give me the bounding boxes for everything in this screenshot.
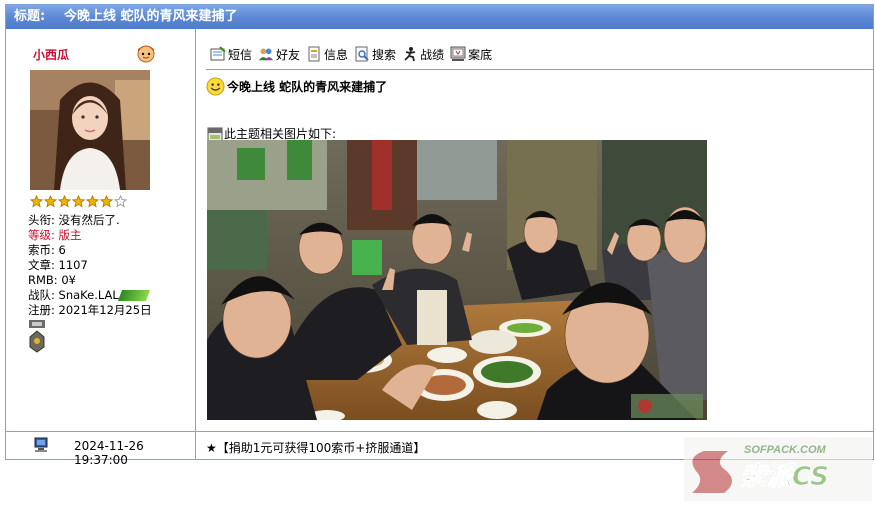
post-heading-text: 今晚上线 蛇队的青风来建捕了 (227, 80, 388, 94)
user-team-row: 战队: SnaKe.LAL (28, 288, 152, 303)
message-icon (210, 46, 226, 61)
toolbar-friends-label: 好友 (276, 47, 301, 62)
stats-icon (404, 47, 416, 62)
post-datetime: 2024-11-26 19:37:00 (74, 439, 144, 467)
user-posts: 文章: 1107 (28, 258, 88, 272)
post-meta: 2024-11-26 19:37:00 (6, 432, 196, 467)
post-photo[interactable] (207, 140, 707, 420)
toolbar-record-label: 案底 (468, 47, 493, 62)
toolbar-message-button[interactable]: 短信 (210, 46, 252, 63)
star-filled-icon (100, 195, 113, 208)
star-filled-icon (72, 195, 85, 208)
user-title: 头衔: 没有然后了. (28, 213, 120, 227)
svg-text:SOFPACK.COM: SOFPACK.COM (744, 444, 827, 456)
toolbar-friends-button[interactable]: 好友 (258, 46, 300, 63)
svg-text:索派CS: 索派CS (740, 462, 829, 492)
star-filled-icon (44, 195, 57, 208)
computer-icon[interactable] (33, 437, 49, 453)
post-title: 今晚上线 蛇队的青风来建捕了 (64, 9, 238, 24)
post-heading: 今晚上线 蛇队的青风来建捕了 (206, 77, 387, 96)
toolbar-message-label: 短信 (228, 47, 253, 62)
toolbar-stats-label: 战绩 (420, 47, 445, 62)
face-emoticon-icon (137, 45, 155, 63)
user-info: 头衔: 没有然后了. 等级: 版主 索币: 6 文章: 1107 RMB: 0¥… (28, 213, 152, 318)
toolbar-search-label: 搜索 (372, 47, 397, 62)
title-label: 标题: (14, 9, 46, 24)
title-bar: 标题: 今晚上线 蛇队的青风来建捕了 (6, 5, 873, 29)
donation-link[interactable]: ★【捐助1元可获得100索币+挤服通道】 (206, 439, 425, 456)
post-table: 标题: 今晚上线 蛇队的青风来建捕了 小西瓜 头衔: 没有然后了. 等级: 版主… (5, 4, 874, 467)
star-filled-icon (86, 195, 99, 208)
toolbar-info-label: 信息 (324, 47, 349, 62)
username[interactable]: 小西瓜 (33, 46, 69, 63)
star-filled-icon (58, 195, 71, 208)
status-icons (29, 320, 45, 353)
user-sidebar: 小西瓜 头衔: 没有然后了. 等级: 版主 索币: 6 文章: 1107 RMB… (6, 29, 196, 431)
search-icon (355, 46, 369, 62)
online-status-icon (29, 330, 45, 353)
avatar[interactable] (30, 70, 150, 190)
post-toolbar: 短信 好友 信息 搜索 战绩 案底 (210, 43, 498, 65)
gender-icon (29, 320, 45, 328)
team-badge-icon (117, 290, 150, 301)
record-icon (450, 46, 466, 61)
star-filled-icon (30, 195, 43, 208)
user-registered: 注册: 2021年12月25日 (28, 303, 152, 317)
user-level: 等级: 版主 (28, 228, 82, 242)
toolbar-search-button[interactable]: 搜索 (354, 46, 396, 63)
toolbar-record-button[interactable]: 案底 (450, 46, 492, 63)
friends-icon (258, 48, 274, 61)
user-team: 战队: SnaKe.LAL (28, 288, 119, 302)
toolbar-info-button[interactable]: 信息 (306, 46, 348, 63)
info-icon (308, 46, 320, 62)
rank-stars (30, 195, 127, 209)
star-empty-icon (114, 195, 127, 208)
smiley-icon (206, 77, 225, 96)
post-content: 短信 好友 信息 搜索 战绩 案底 今晚上线 蛇队的青风来建捕了 此主题相关图片… (196, 29, 873, 431)
toolbar-divider (206, 69, 873, 70)
user-coins: 索币: 6 (28, 243, 66, 257)
site-watermark-logo: SOFPACK.COM 索派CS (684, 437, 872, 501)
user-rmb: RMB: 0¥ (28, 273, 76, 287)
toolbar-stats-button[interactable]: 战绩 (402, 46, 444, 63)
